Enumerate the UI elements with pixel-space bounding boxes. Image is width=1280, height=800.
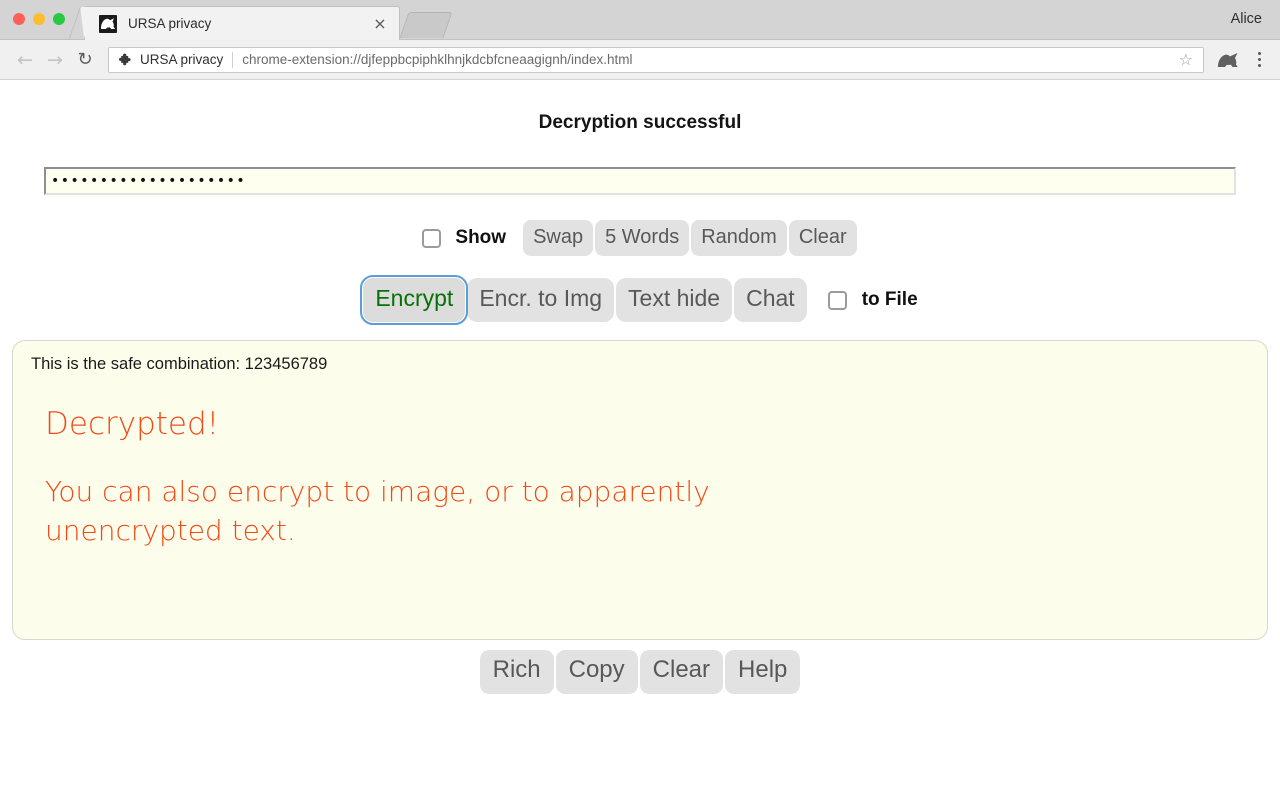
back-icon[interactable]: ← (10, 45, 40, 75)
password-actions-group: Swap 5 Words Random Clear (522, 220, 858, 256)
to-file-checkbox[interactable] (827, 290, 847, 310)
message-content-area[interactable]: This is the safe combination: 123456789 … (12, 340, 1268, 641)
swap-button[interactable]: Swap (523, 220, 594, 256)
clear-password-button[interactable]: Clear (788, 220, 857, 256)
menu-dot (1257, 64, 1261, 67)
tab-chat[interactable]: Chat (734, 278, 807, 323)
bottom-action-group: Rich Copy Clear Help (479, 650, 802, 694)
show-password-checkbox[interactable] (422, 228, 442, 248)
random-button[interactable]: Random (691, 220, 787, 256)
ursa-bear-favicon (99, 14, 117, 33)
content-heading: Decrypted! (45, 406, 220, 443)
tab-encrypt-to-image[interactable]: Encr. to Img (467, 278, 615, 323)
url-text[interactable]: chrome-extension://djfeppbcpiphklhnjkdcb… (242, 52, 1174, 67)
password-field-wrapper: •••••••••••••••••••• (0, 167, 1280, 195)
status-title: Decryption successful (538, 112, 742, 133)
mode-tab-group: Encrypt Encr. to Img Text hide Chat (360, 274, 807, 326)
password-input[interactable]: •••••••••••••••••••• (44, 167, 1236, 195)
copy-button[interactable]: Copy (555, 650, 638, 694)
show-password-label: Show (455, 227, 507, 248)
help-button[interactable]: Help (725, 650, 801, 694)
ursa-extension-icon[interactable] (1210, 52, 1246, 68)
tab-title: URSA privacy (128, 16, 212, 31)
clear-content-button[interactable]: Clear (639, 650, 724, 694)
close-window-button[interactable] (13, 13, 25, 25)
profile-name[interactable]: Alice (1231, 11, 1262, 27)
bookmark-star-icon[interactable]: ☆ (1175, 50, 1197, 69)
tab-strip: URSA privacy × Alice (0, 0, 1280, 40)
site-name-label: URSA privacy (140, 52, 224, 67)
window-controls (13, 13, 65, 25)
puzzle-piece-icon (119, 53, 133, 67)
reload-icon[interactable]: ↻ (70, 45, 100, 75)
tab-text-hide[interactable]: Text hide (616, 278, 733, 323)
browser-window: URSA privacy × Alice ← → ↻ URSA privacy … (0, 0, 1280, 800)
chrome-menu-icon[interactable] (1248, 47, 1270, 73)
bottom-actions-row: Rich Copy Clear Help (0, 650, 1280, 694)
to-file-label: to File (861, 289, 918, 311)
omnibox-separator (232, 51, 234, 68)
close-tab-button[interactable]: × (371, 15, 389, 33)
address-bar[interactable]: URSA privacy chrome-extension://djfeppbc… (108, 46, 1204, 73)
menu-dot (1257, 58, 1261, 61)
five-words-button[interactable]: 5 Words (595, 220, 690, 256)
rich-button[interactable]: Rich (479, 650, 554, 694)
tab-encrypt[interactable]: Encrypt (360, 274, 469, 326)
mode-tabs-row: Encrypt Encr. to Img Text hide Chat to F… (0, 274, 1280, 326)
password-options-row: Show Swap 5 Words Random Clear (0, 220, 1280, 256)
content-paragraph: You can also encrypt to image, or to app… (45, 474, 710, 548)
browser-tab[interactable]: URSA privacy × (84, 6, 400, 40)
minimize-window-button[interactable] (33, 13, 45, 25)
content-plain-line: This is the safe combination: 123456789 (31, 355, 328, 374)
extension-page: Decryption successful ••••••••••••••••••… (0, 82, 1280, 800)
maximize-window-button[interactable] (53, 13, 65, 25)
new-tab-button[interactable] (399, 12, 453, 38)
menu-dot (1257, 52, 1261, 55)
forward-icon[interactable]: → (40, 45, 70, 75)
browser-toolbar: ← → ↻ URSA privacy chrome-extension://dj… (0, 40, 1280, 80)
